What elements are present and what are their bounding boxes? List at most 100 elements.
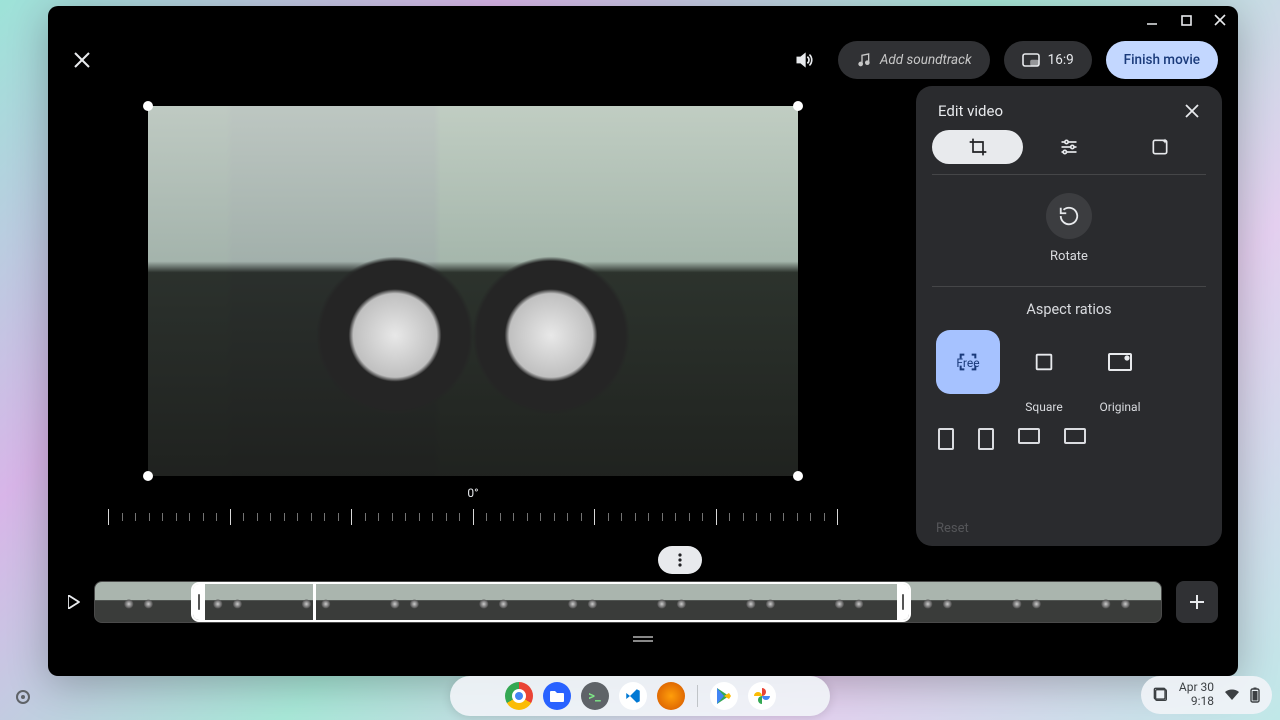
window-close-button[interactable] (1210, 10, 1230, 30)
ruler-tick (243, 513, 244, 521)
crop-handle-bottom-left[interactable] (143, 471, 153, 481)
video-preview[interactable] (148, 106, 798, 476)
aspect-landscape-2[interactable] (1064, 428, 1086, 444)
ruler-tick (230, 509, 231, 525)
aspect-square-label: Square (1025, 400, 1062, 414)
terminal-icon[interactable]: >_ (581, 682, 609, 710)
crop-handle-bottom-right[interactable] (793, 471, 803, 481)
ruler-tick (149, 513, 150, 521)
ruler-tick (432, 513, 433, 521)
ruler-tick (189, 513, 190, 521)
rotation-ruler[interactable] (108, 504, 838, 530)
reset-button[interactable]: Reset (936, 521, 969, 536)
panel-drag-handle[interactable] (633, 636, 653, 638)
tab-adjust[interactable] (1023, 130, 1114, 164)
volume-button[interactable] (784, 40, 824, 80)
toolbar: Add soundtrack 16:9 Finish movie (48, 34, 1238, 86)
app-icon-1[interactable] (657, 682, 685, 710)
ruler-tick (648, 513, 649, 521)
ruler-tick (311, 513, 312, 521)
aspect-portrait[interactable] (938, 428, 954, 450)
ruler-tick (338, 513, 339, 521)
aspect-free[interactable]: Free (936, 330, 1000, 414)
window-maximize-button[interactable] (1176, 10, 1196, 30)
crop-icon (968, 137, 988, 157)
ruler-tick (594, 509, 595, 525)
ruler-tick (297, 513, 298, 521)
play-button[interactable] (68, 595, 80, 609)
ruler-tick (257, 513, 258, 521)
launcher-button[interactable] (16, 690, 30, 704)
aspect-ratio-button[interactable]: 16:9 (1004, 41, 1092, 79)
finish-movie-button[interactable]: Finish movie (1106, 41, 1218, 79)
ruler-tick (176, 513, 177, 521)
window-titlebar (48, 6, 1238, 34)
aspect-portrait-2[interactable] (978, 428, 994, 450)
ruler-tick (513, 513, 514, 521)
rotate-button[interactable] (1046, 193, 1092, 239)
clip-trim-left[interactable] (193, 584, 205, 620)
ruler-tick (540, 513, 541, 521)
aspect-original[interactable]: Original (1088, 330, 1152, 414)
ruler-tick (216, 513, 217, 521)
screenshot-icon (1153, 687, 1169, 703)
ruler-tick (770, 513, 771, 521)
ruler-tick (527, 513, 528, 521)
aspect-ratio-icon (1022, 53, 1040, 67)
window-minimize-button[interactable] (1142, 10, 1162, 30)
ruler-tick (743, 513, 744, 521)
add-soundtrack-button[interactable]: Add soundtrack (838, 41, 990, 79)
ruler-tick (486, 513, 487, 521)
vscode-icon[interactable] (619, 682, 647, 710)
ruler-tick (621, 513, 622, 521)
panel-title: Edit video (938, 102, 1003, 120)
files-icon[interactable] (543, 682, 571, 710)
aspect-free-label: Free (956, 356, 979, 370)
photos-icon[interactable] (748, 682, 776, 710)
edit-video-panel: Edit video (916, 86, 1222, 546)
timeline-thumb (1072, 582, 1161, 622)
timeline[interactable] (94, 581, 1162, 623)
crop-handle-top-left[interactable] (143, 101, 153, 111)
ruler-tick (702, 513, 703, 521)
ruler-tick (135, 513, 136, 521)
ruler-tick (797, 513, 798, 521)
close-editor-button[interactable] (68, 46, 96, 74)
original-aspect-icon (1107, 352, 1133, 372)
system-tray[interactable]: Apr 30 9:18 (1141, 676, 1272, 714)
playhead[interactable] (313, 581, 316, 623)
ruler-tick (122, 513, 123, 521)
ruler-tick (567, 513, 568, 521)
ruler-tick (162, 513, 163, 521)
ruler-tick (405, 513, 406, 521)
ruler-tick (270, 513, 271, 521)
clip-trim-right[interactable] (897, 584, 909, 620)
clip-selection[interactable] (191, 582, 911, 622)
chrome-icon[interactable] (505, 682, 533, 710)
ruler-tick (608, 513, 609, 521)
editor-window: Add soundtrack 16:9 Finish movie 0° (48, 6, 1238, 676)
ruler-tick (824, 513, 825, 521)
ruler-tick (459, 513, 460, 521)
tab-effects[interactable] (1115, 130, 1206, 164)
timeline-thumb (983, 582, 1072, 622)
aspect-landscape[interactable] (1018, 428, 1040, 444)
ruler-tick (203, 513, 204, 521)
video-frame (148, 106, 798, 476)
rotate-label: Rotate (1050, 249, 1088, 264)
crop-handle-top-right[interactable] (793, 101, 803, 111)
panel-close-button[interactable] (1184, 103, 1200, 119)
panel-tabs (932, 130, 1206, 175)
sparkle-icon (1150, 137, 1170, 157)
aspect-original-label: Original (1100, 400, 1141, 414)
ruler-tick (729, 513, 730, 521)
aspect-square[interactable]: Square (1012, 330, 1076, 414)
add-clip-button[interactable] (1176, 581, 1218, 623)
finish-movie-label: Finish movie (1124, 52, 1200, 68)
tab-crop[interactable] (932, 130, 1023, 164)
play-store-icon[interactable] (710, 682, 738, 710)
more-options-button[interactable] (658, 546, 702, 574)
ruler-tick (351, 509, 352, 525)
square-icon (1033, 351, 1055, 373)
ruler-tick (837, 509, 838, 525)
